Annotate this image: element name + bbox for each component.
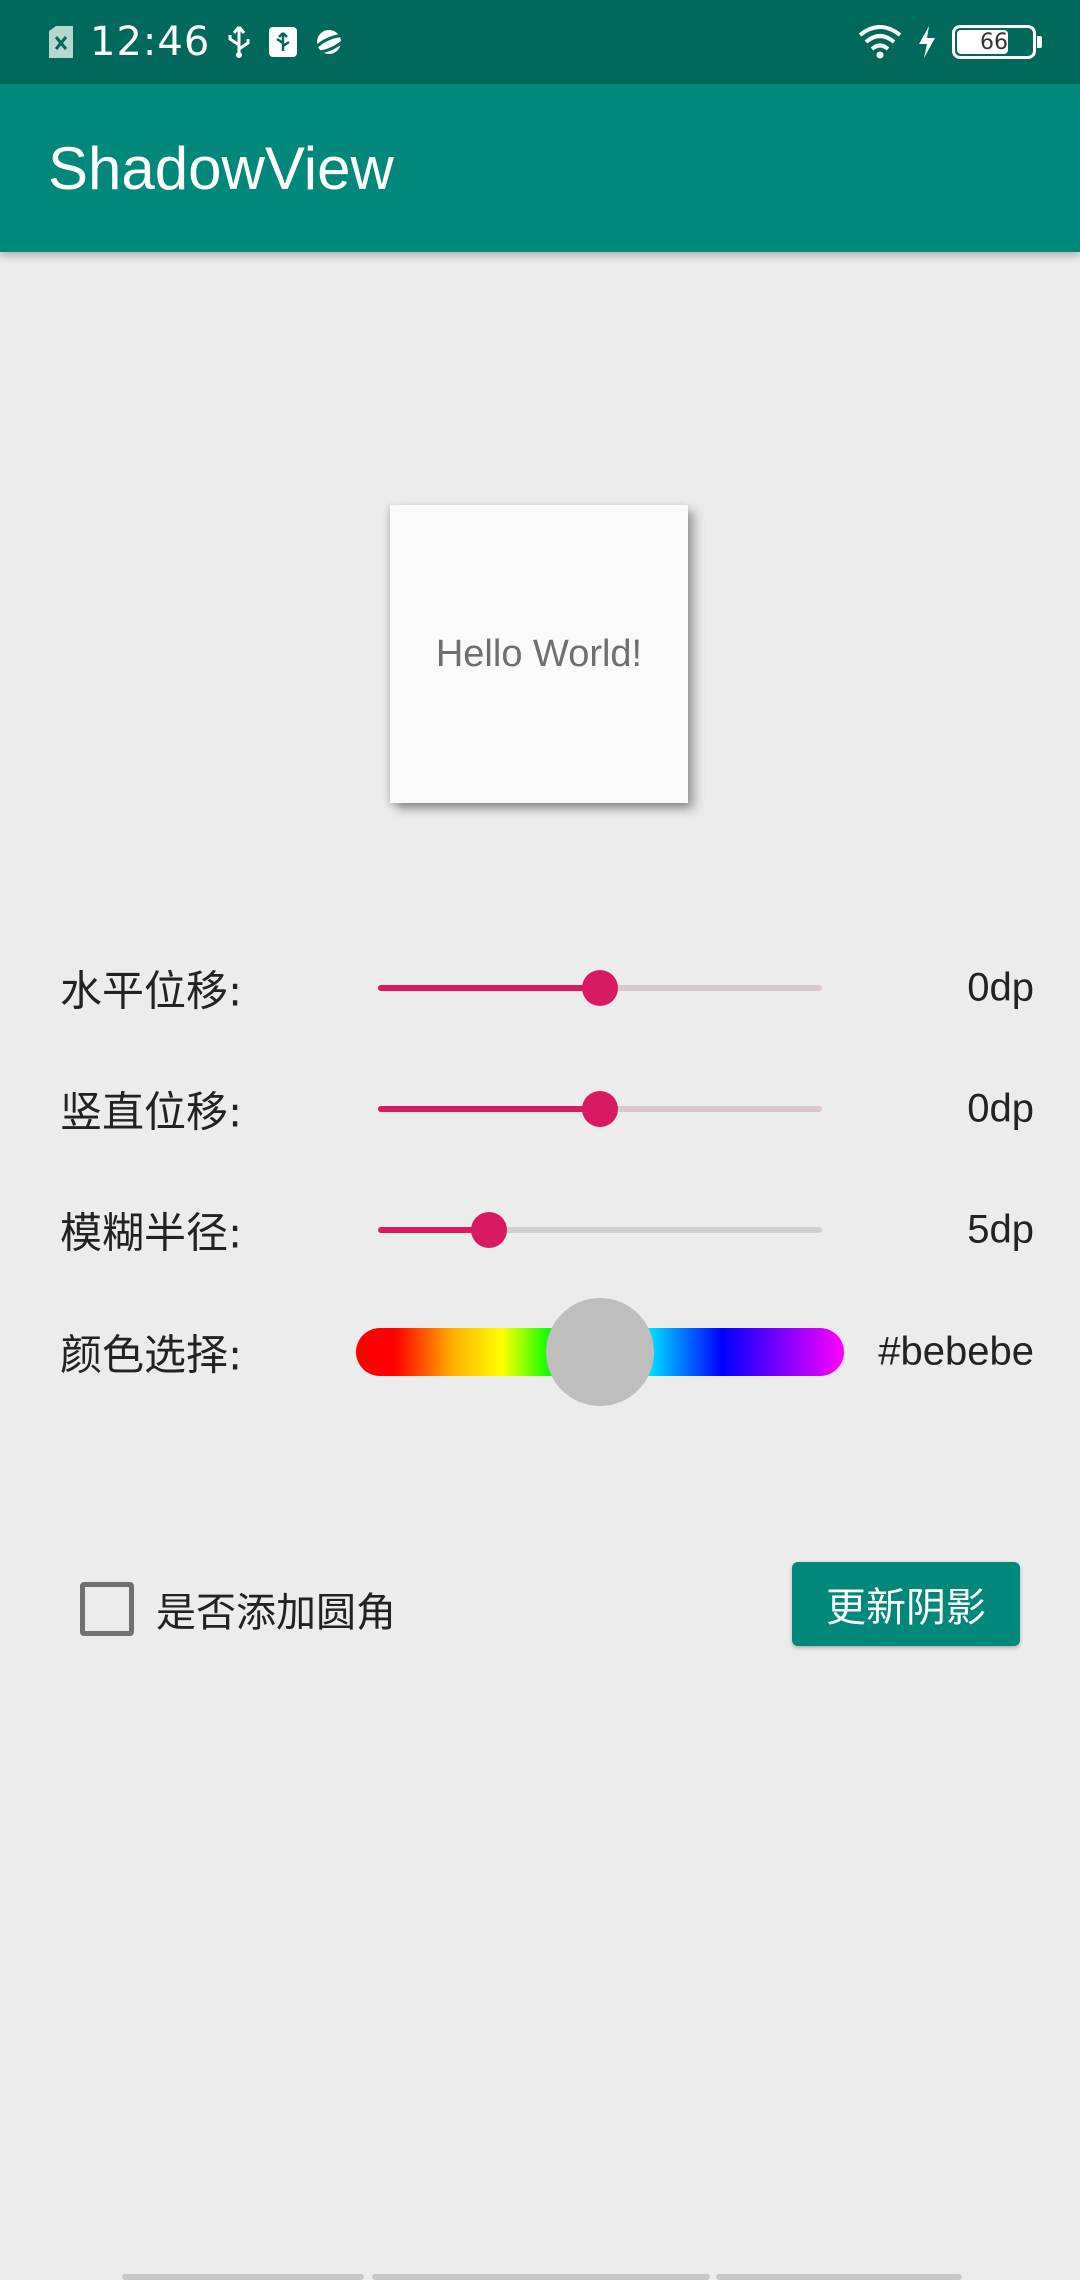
- blur-radius-value: 5dp: [967, 1207, 1034, 1252]
- blur-radius-slider[interactable]: [378, 1212, 822, 1248]
- color-picker-label: 颜色选择:: [60, 1330, 243, 1380]
- status-bar: 12:46 66: [0, 0, 1080, 84]
- sim-card-icon: [46, 25, 76, 59]
- color-spectrum-bar[interactable]: [356, 1298, 844, 1406]
- slider-fill: [378, 985, 600, 991]
- blur-radius-row: 模糊半径: 5dp: [0, 1190, 1080, 1270]
- preview-text: Hello World!: [435, 632, 643, 675]
- app-bar: ShadowView: [0, 84, 1080, 252]
- vertical-offset-value: 0dp: [967, 1086, 1034, 1131]
- vertical-offset-row: 竖直位移: 0dp: [0, 1069, 1080, 1149]
- slider-thumb[interactable]: [471, 1212, 507, 1248]
- usb-icon: [224, 25, 254, 59]
- usb-debug-icon: [268, 25, 298, 59]
- status-left: 12:46: [46, 19, 347, 65]
- status-right: 66: [858, 25, 1042, 59]
- horizontal-offset-label: 水平位移:: [60, 966, 243, 1016]
- vertical-offset-label: 竖直位移:: [60, 1087, 243, 1137]
- shadow-preview-card: Hello World!: [390, 505, 688, 803]
- slider-fill: [378, 1106, 600, 1112]
- nav-indicator: [716, 2274, 962, 2280]
- slider-thumb[interactable]: [582, 970, 618, 1006]
- horizontal-offset-value: 0dp: [967, 965, 1034, 1010]
- battery-cap: [1037, 36, 1042, 48]
- color-value: #bebebe: [878, 1329, 1034, 1374]
- round-corner-checkbox[interactable]: [80, 1582, 134, 1636]
- color-picker-thumb[interactable]: [546, 1298, 654, 1406]
- horizontal-offset-slider[interactable]: [378, 970, 822, 1006]
- round-corner-option[interactable]: 是否添加圆角: [80, 1580, 396, 1638]
- nav-indicator: [122, 2274, 364, 2280]
- planet-icon: [312, 25, 347, 59]
- bottom-nav-indicators: [0, 2272, 1080, 2280]
- update-shadow-button[interactable]: 更新阴影: [792, 1562, 1020, 1646]
- nav-indicator: [372, 2274, 710, 2280]
- blur-radius-label: 模糊半径:: [60, 1208, 243, 1258]
- horizontal-offset-row: 水平位移: 0dp: [0, 948, 1080, 1028]
- battery-level: 66: [980, 29, 1008, 55]
- color-picker-row: 颜色选择: #bebebe: [0, 1298, 1080, 1406]
- vertical-offset-slider[interactable]: [378, 1091, 822, 1127]
- round-corner-label: 是否添加圆角: [156, 1590, 396, 1636]
- charging-icon: [916, 25, 938, 59]
- app-title: ShadowView: [48, 134, 394, 202]
- slider-thumb[interactable]: [582, 1091, 618, 1127]
- status-time: 12:46: [90, 19, 211, 65]
- wifi-icon: [858, 25, 902, 59]
- battery-icon: 66: [952, 25, 1042, 59]
